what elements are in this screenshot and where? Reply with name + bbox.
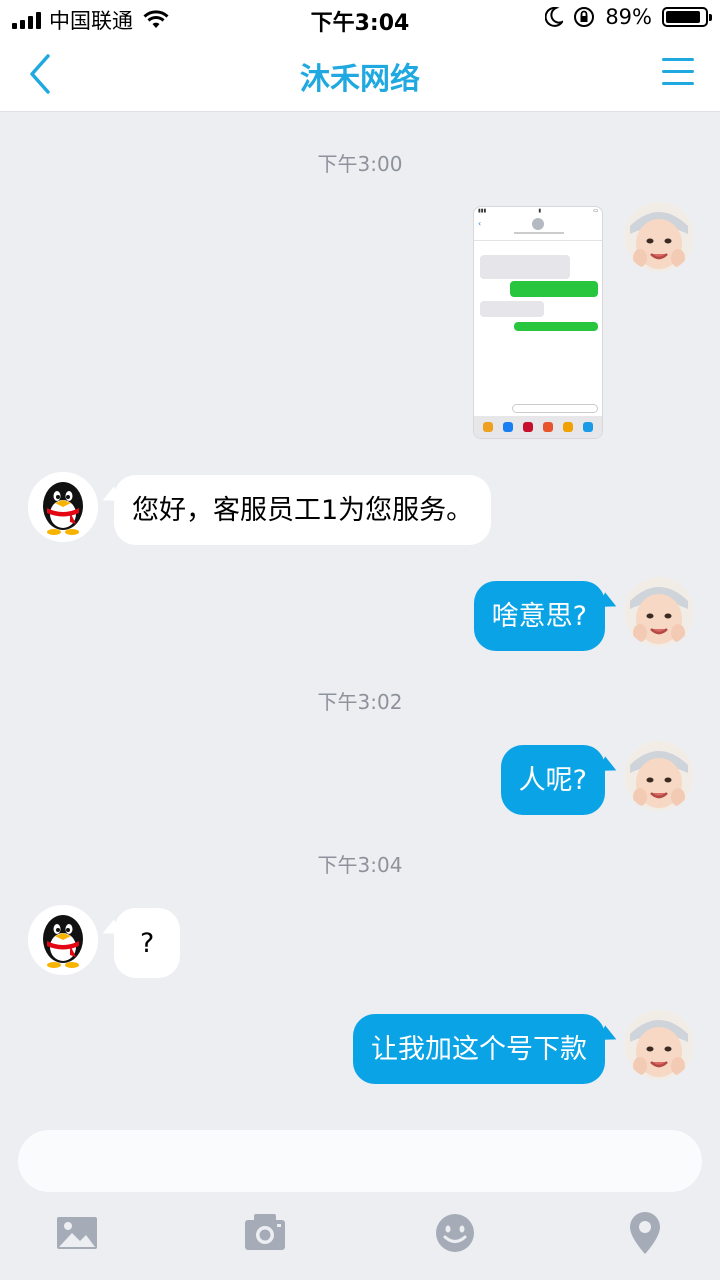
emoji-icon[interactable] [430,1208,480,1258]
mini-header-line [514,232,564,234]
incoming-message[interactable]: ? [114,908,181,978]
mini-status-bar: ▮▮▮ ▮ ▭ [478,208,598,214]
location-icon[interactable] [620,1208,670,1258]
page-title: 沐禾网络 [300,62,420,97]
menu-icon[interactable] [662,58,694,88]
outgoing-message[interactable]: 啥意思? [473,581,605,651]
mini-app-icon [583,422,593,432]
message-input[interactable] [18,1130,702,1192]
image-icon[interactable] [52,1208,102,1258]
mini-app-icon [563,422,573,432]
service-avatar[interactable] [28,905,98,975]
timestamp: 下午3:04 [317,853,403,877]
mini-app-icon [483,422,493,432]
incoming-message[interactable]: 您好，客服员工1为您服务。 [114,475,492,545]
mini-bubble [480,301,544,317]
user-avatar[interactable] [624,741,694,811]
user-avatar[interactable] [624,577,694,647]
status-bar: 中国联通 下午3:04 89% [0,0,720,36]
user-avatar[interactable] [624,202,694,272]
image-message[interactable]: ▮▮▮ ▮ ▭ ‹ [473,206,603,439]
mini-bubble [514,322,598,331]
mini-bubble [480,255,570,279]
input-area [0,1118,720,1280]
chat-area[interactable]: 下午3:00 ▮▮▮ ▮ ▭ ‹ 您好，客服员工1为您服务。 啥意思? 下午3:… [0,112,720,1117]
mini-header: ‹ [474,215,602,241]
rotation-lock-icon [574,7,595,27]
status-right: 89% [545,5,712,29]
camera-icon[interactable] [240,1208,290,1258]
outgoing-message[interactable]: 人呢? [500,745,605,815]
mini-input [512,404,598,413]
timestamp: 下午3:02 [317,690,403,714]
moon-icon [545,7,564,27]
mini-app-bar [474,416,602,438]
mini-back-icon: ‹ [478,219,482,228]
user-avatar[interactable] [624,1010,694,1080]
battery-percent: 89% [605,5,652,29]
service-avatar[interactable] [28,472,98,542]
outgoing-message[interactable]: 让我加这个号下款 [353,1014,605,1084]
battery-fill [666,11,700,23]
mini-contact-icon [532,218,544,230]
battery-icon [662,7,712,27]
nav-bar: 沐禾网络 [0,36,720,112]
mini-app-icon [503,422,513,432]
mini-bubble [510,281,598,297]
mini-app-icon [523,422,533,432]
mini-app-icon [543,422,553,432]
timestamp: 下午3:00 [317,152,403,176]
toolbar [0,1208,720,1258]
